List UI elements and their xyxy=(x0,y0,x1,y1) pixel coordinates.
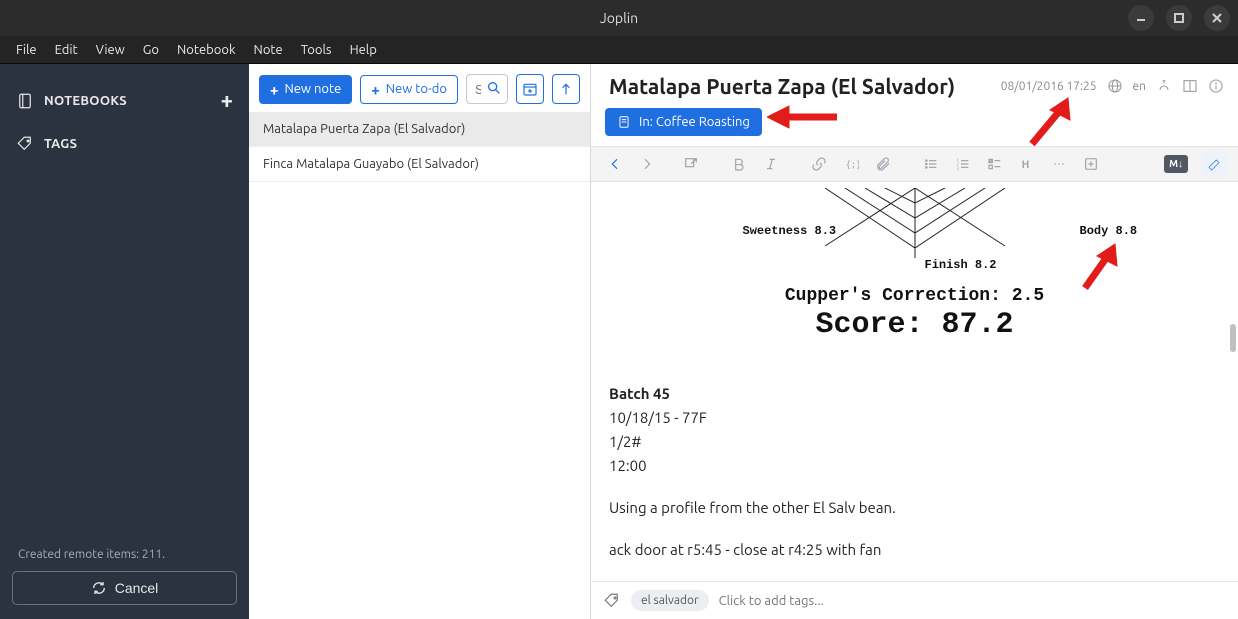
editor-toolbar: {;} 123 H M↓ xyxy=(591,146,1238,182)
sort-up-icon xyxy=(558,81,574,97)
chart-label-finish: Finish 8.2 xyxy=(925,258,997,272)
svg-text:{;}: {;} xyxy=(846,160,859,170)
bold-button[interactable] xyxy=(725,150,753,178)
editor-pane: Matalapa Puerta Zapa (El Salvador) 08/01… xyxy=(591,64,1238,619)
minimize-button[interactable] xyxy=(1128,5,1154,31)
menubar: File Edit View Go Notebook Note Tools He… xyxy=(0,36,1238,64)
body-line: 12:00 xyxy=(609,454,1220,478)
menu-notebook[interactable]: Notebook xyxy=(169,39,244,61)
add-notebook-button[interactable]: + xyxy=(221,88,233,113)
notebook-picker-label: In: Coffee Roasting xyxy=(639,115,750,129)
cupping-radar-chart: Sweetness 8.3 Finish 8.2 Body 8.8 Cupper… xyxy=(675,188,1155,342)
menu-tools[interactable]: Tools xyxy=(293,39,340,61)
link-button[interactable] xyxy=(805,150,833,178)
close-button[interactable] xyxy=(1204,5,1230,31)
menu-help[interactable]: Help xyxy=(342,39,385,61)
annotation-arrow xyxy=(767,100,847,138)
markdown-badge[interactable]: M↓ xyxy=(1164,155,1188,173)
new-todo-button[interactable]: + New to-do xyxy=(360,75,458,104)
body-line: 1/2# xyxy=(609,430,1220,454)
note-list-item[interactable]: Matalapa Puerta Zapa (El Salvador) xyxy=(249,112,590,147)
note-content[interactable]: Sweetness 8.3 Finish 8.2 Body 8.8 Cupper… xyxy=(591,182,1238,619)
menu-note[interactable]: Note xyxy=(246,39,291,61)
scrollbar[interactable] xyxy=(1230,324,1236,352)
body-line: 10/18/15 - 77F xyxy=(609,406,1220,430)
tag-chip[interactable]: el salvador xyxy=(631,590,709,611)
titlebar: Joplin xyxy=(0,0,1238,36)
chart-cuppers-correction: Cupper's Correction: 2.5 xyxy=(675,286,1155,306)
tag-icon xyxy=(16,135,34,153)
sort-direction-button[interactable] xyxy=(552,74,580,104)
plus-icon: + xyxy=(371,82,379,97)
window-title: Joplin xyxy=(600,10,638,26)
sidebar-notebooks[interactable]: NOTEBOOKS + xyxy=(16,82,233,119)
body-line: Using a profile from the other El Salv b… xyxy=(609,496,1220,520)
insert-time-button[interactable] xyxy=(1077,150,1105,178)
alarm-icon[interactable] xyxy=(1156,78,1172,94)
external-link-button[interactable] xyxy=(677,150,705,178)
body-line: ack door at r5:45 - close at r4:25 with … xyxy=(609,538,1220,562)
sync-icon xyxy=(91,580,107,596)
sync-cancel-button[interactable]: Cancel xyxy=(12,571,237,605)
sidebar: NOTEBOOKS + TAGS Created remote items: 2… xyxy=(0,64,249,619)
hr-button[interactable] xyxy=(1045,150,1073,178)
note-icon xyxy=(617,115,631,129)
attach-button[interactable] xyxy=(869,150,897,178)
sidebar-tags[interactable]: TAGS xyxy=(16,129,233,159)
sidebar-notebooks-label: NOTEBOOKS xyxy=(44,94,127,108)
search-icon xyxy=(486,80,502,96)
sync-status-text: Created remote items: 211. xyxy=(12,548,237,561)
menu-view[interactable]: View xyxy=(88,39,133,61)
layout-icon[interactable] xyxy=(1182,78,1198,94)
new-todo-label: New to-do xyxy=(386,82,447,96)
svg-text:H: H xyxy=(1022,159,1030,171)
numbered-list-button[interactable]: 123 xyxy=(949,150,977,178)
info-icon[interactable] xyxy=(1208,78,1224,94)
history-forward-button[interactable] xyxy=(633,150,661,178)
add-tags-input[interactable]: Click to add tags... xyxy=(719,594,824,608)
bullet-list-button[interactable] xyxy=(917,150,945,178)
code-button[interactable]: {;} xyxy=(837,150,865,178)
notebook-picker[interactable]: In: Coffee Roasting xyxy=(605,108,762,136)
new-note-label: New note xyxy=(284,82,341,96)
menu-file[interactable]: File xyxy=(8,39,45,61)
calendar-plus-icon xyxy=(522,81,538,97)
sync-cancel-label: Cancel xyxy=(115,580,159,596)
notebook-icon xyxy=(16,92,34,110)
sidebar-tags-label: TAGS xyxy=(44,137,77,151)
note-body-text: Batch 45 10/18/15 - 77F 1/2# 12:00 Using… xyxy=(609,342,1220,562)
chart-label-body: Body 8.8 xyxy=(1080,224,1138,238)
plus-icon: + xyxy=(270,82,278,97)
toggle-editor-button[interactable] xyxy=(1202,151,1228,177)
menu-go[interactable]: Go xyxy=(135,39,167,61)
checkbox-list-button[interactable] xyxy=(981,150,1009,178)
italic-button[interactable] xyxy=(757,150,785,178)
globe-icon[interactable] xyxy=(1107,78,1123,94)
new-note-button[interactable]: + New note xyxy=(259,75,352,104)
batch-heading: Batch 45 xyxy=(609,382,1220,406)
toggle-sort-date-button[interactable] xyxy=(516,74,544,104)
note-list-item[interactable]: Finca Matalapa Guayabo (El Salvador) xyxy=(249,147,590,182)
note-list-pane: + New note + New to-do Matalapa Puerta Z… xyxy=(249,64,591,619)
maximize-button[interactable] xyxy=(1166,5,1192,31)
note-title[interactable]: Matalapa Puerta Zapa (El Salvador) xyxy=(609,74,989,98)
chart-score: Score: 87.2 xyxy=(675,308,1155,342)
note-timestamp: 08/01/2016 17:25 xyxy=(1001,80,1097,93)
svg-text:3: 3 xyxy=(956,166,959,171)
menu-edit[interactable]: Edit xyxy=(47,39,86,61)
history-back-button[interactable] xyxy=(601,150,629,178)
tags-icon xyxy=(603,592,621,610)
spellcheck-lang[interactable]: en xyxy=(1133,80,1146,93)
heading-button[interactable]: H xyxy=(1013,150,1041,178)
chart-label-sweetness: Sweetness 8.3 xyxy=(743,224,837,238)
tag-bar: el salvador Click to add tags... xyxy=(591,581,1238,619)
